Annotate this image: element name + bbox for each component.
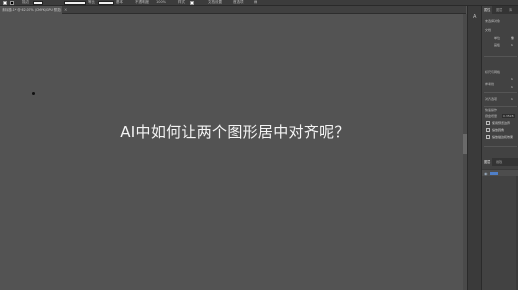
tab-layers-lower[interactable]: 图层 [482, 158, 493, 166]
document-label: 文档 [485, 28, 492, 32]
brush-field[interactable] [98, 0, 114, 5]
arrange-icon[interactable]: ▤ [254, 0, 257, 5]
snap-value[interactable]: 1 [511, 97, 513, 101]
opacity-label: 不透明度 [135, 0, 149, 4]
document-tab[interactable]: 未标题-1* @ 62.07% (CMYK/GPU 预览) [0, 6, 62, 14]
preferences-section-label: 快速操作 [485, 108, 498, 112]
tab-properties[interactable]: 属性 [482, 6, 493, 14]
keyboard-increment-input[interactable]: 0.3528 [502, 114, 515, 118]
document-tab-row: 未标题-1* @ 62.07% (CMYK/GPU 预览) × [0, 6, 466, 14]
rulers-grids-label: 标尺与网格 [485, 70, 501, 74]
units-label: 单位 [494, 36, 501, 40]
use-preview-bounds-checkbox[interactable] [486, 121, 490, 125]
tab-artboards[interactable]: 画板 [496, 158, 502, 166]
fill-swatch[interactable] [3, 1, 7, 5]
basic-label[interactable]: 基本 [116, 0, 123, 5]
snap-options-label: 对齐选项 [485, 97, 498, 101]
document-setup-button[interactable]: 文档设置 [208, 0, 222, 5]
no-selection-label: 未选择对象 [485, 19, 501, 23]
units-value[interactable]: 像 [511, 36, 514, 40]
guides-value[interactable]: 1 [511, 85, 513, 89]
stroke-label: 描边 [22, 0, 29, 4]
type-tool-icon[interactable]: A [473, 14, 476, 20]
style-swatch[interactable] [190, 1, 194, 5]
divider [484, 56, 517, 57]
divider [484, 92, 517, 93]
uniform-label[interactable]: 等比 [88, 0, 95, 5]
scale-strokes-label: 缩放描边和效果 [492, 135, 514, 139]
scale-corners-label: 缩放圆角 [492, 128, 505, 132]
opacity-value[interactable]: 100% [156, 0, 166, 5]
scale-corners-checkbox[interactable] [486, 128, 490, 132]
divider [484, 146, 517, 147]
variable-width-field[interactable] [64, 0, 86, 5]
scale-strokes-checkbox[interactable] [486, 135, 490, 139]
layer-color-bar [490, 172, 498, 175]
tab-libraries[interactable]: 库 [509, 6, 512, 14]
overlay-title: AI中如何让两个图形居中对齐呢？ [120, 123, 350, 141]
layer-row[interactable]: ◉ [482, 169, 518, 176]
rulers-value[interactable]: 1 [511, 77, 513, 81]
artboard-canvas[interactable] [0, 14, 466, 290]
panel-icon-strip: A [467, 6, 481, 290]
artboard-value[interactable]: 1 [511, 43, 513, 47]
eye-icon[interactable]: ◉ [484, 170, 488, 177]
mouse-cursor-icon [32, 92, 35, 95]
properties-tabs: 属性 图层 库 [482, 6, 518, 14]
properties-panel: 属性 图层 库 未选择对象 文档 单位 像 画板 1 标尺与网格 1 参考线 1… [481, 6, 518, 290]
stroke-swatch[interactable] [10, 1, 14, 5]
divider [484, 106, 517, 107]
close-icon[interactable]: × [64, 6, 67, 14]
use-preview-bounds-label: 使用预览边界 [492, 121, 511, 125]
layers-tabs: 图层 画板 [482, 158, 518, 166]
guides-label: 参考线 [485, 82, 495, 86]
artboard-label: 画板 [494, 43, 501, 47]
keyboard-increment-label: 键盘增量 [485, 114, 498, 118]
tab-layers[interactable]: 图层 [496, 6, 502, 14]
style-label: 样式 [178, 0, 185, 4]
stroke-weight-field[interactable] [33, 0, 43, 5]
preferences-button[interactable]: 首选项 [233, 0, 244, 5]
